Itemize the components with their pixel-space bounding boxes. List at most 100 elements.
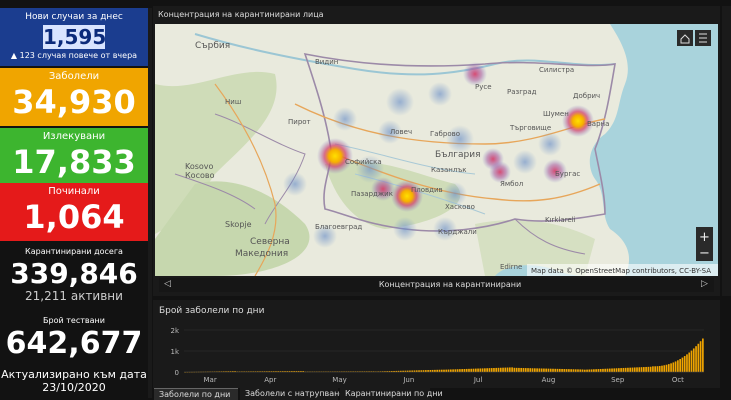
bar-aug-21[interactable] bbox=[558, 368, 561, 372]
bar-sep-24[interactable] bbox=[636, 367, 638, 372]
bar-oct-11[interactable] bbox=[674, 361, 677, 372]
bar-jul-25[interactable] bbox=[497, 367, 500, 372]
bar-aug-17[interactable] bbox=[549, 368, 552, 372]
bar-sep-28[interactable] bbox=[645, 366, 647, 372]
bar-sep-22[interactable] bbox=[631, 367, 634, 372]
bar-sep-13[interactable] bbox=[611, 368, 613, 372]
zoom-in-button[interactable]: + bbox=[699, 230, 710, 245]
bar-jul-30[interactable] bbox=[509, 367, 511, 372]
bar-sep-30[interactable] bbox=[649, 366, 652, 372]
bar-jul-19[interactable] bbox=[484, 368, 486, 372]
bar-sep-17[interactable] bbox=[620, 368, 622, 372]
bar-sep-14[interactable] bbox=[613, 368, 616, 372]
bar-jul-20[interactable] bbox=[486, 368, 488, 372]
bar-jul-6[interactable] bbox=[454, 369, 457, 372]
bar-sep-11[interactable] bbox=[606, 368, 609, 372]
bar-jul-11[interactable] bbox=[465, 368, 468, 372]
bar-jul-10[interactable] bbox=[463, 368, 466, 372]
bar-oct-4[interactable] bbox=[658, 365, 661, 372]
carousel-prev-button[interactable]: ◁ bbox=[164, 279, 171, 289]
bar-jul-9[interactable] bbox=[461, 369, 464, 372]
bar-oct-15[interactable] bbox=[683, 356, 686, 372]
bar-jul-8[interactable] bbox=[459, 369, 461, 372]
bar-oct-6[interactable] bbox=[663, 365, 666, 372]
bar-sep-29[interactable] bbox=[647, 366, 650, 372]
bar-jul-28[interactable] bbox=[504, 367, 507, 372]
map-list-button[interactable] bbox=[695, 30, 711, 46]
bar-oct-8[interactable] bbox=[667, 364, 670, 372]
bar-aug-6[interactable] bbox=[524, 368, 527, 372]
bar-jul-2[interactable] bbox=[445, 369, 448, 372]
bar-sep-12[interactable] bbox=[608, 368, 611, 372]
bar-sep-20[interactable] bbox=[627, 367, 629, 372]
bar-oct-20[interactable] bbox=[695, 346, 697, 372]
bar-oct-22[interactable] bbox=[699, 341, 702, 372]
bar-aug-19[interactable] bbox=[554, 368, 557, 372]
bar-jul-31[interactable] bbox=[511, 367, 513, 372]
bar-aug-8[interactable] bbox=[529, 368, 532, 372]
bar-sep-2[interactable] bbox=[586, 369, 588, 372]
bar-aug-11[interactable] bbox=[536, 368, 538, 372]
bar-jul-24[interactable] bbox=[495, 367, 498, 372]
bar-sep-26[interactable] bbox=[640, 367, 643, 372]
bar-jun-26[interactable] bbox=[431, 369, 434, 372]
bar-jul-27[interactable] bbox=[502, 367, 504, 372]
bar-jul-23[interactable] bbox=[493, 367, 495, 372]
bar-jul-22[interactable] bbox=[490, 368, 493, 372]
bar-oct-23[interactable] bbox=[702, 338, 704, 372]
bar-jul-18[interactable] bbox=[481, 368, 484, 372]
bar-jul-21[interactable] bbox=[488, 368, 491, 372]
bar-oct-19[interactable] bbox=[692, 348, 695, 372]
bar-sep-9[interactable] bbox=[602, 368, 604, 372]
bar-sep-5[interactable] bbox=[593, 369, 595, 372]
bar-jul-1[interactable] bbox=[443, 369, 445, 372]
zoom-out-button[interactable]: − bbox=[699, 246, 710, 261]
carousel-next-button[interactable]: ▷ bbox=[701, 279, 708, 289]
bar-oct-13[interactable] bbox=[679, 358, 681, 372]
bar-oct-21[interactable] bbox=[697, 343, 700, 372]
bar-jul-3[interactable] bbox=[447, 369, 450, 372]
bar-jul-7[interactable] bbox=[456, 369, 459, 372]
bar-aug-28[interactable] bbox=[574, 369, 577, 372]
bar-sep-27[interactable] bbox=[642, 367, 645, 372]
bar-aug-13[interactable] bbox=[540, 368, 543, 372]
bar-oct-10[interactable] bbox=[672, 362, 675, 372]
bar-sep-10[interactable] bbox=[604, 368, 607, 372]
bar-jul-12[interactable] bbox=[468, 368, 470, 372]
bar-oct-12[interactable] bbox=[677, 360, 679, 372]
bar-aug-20[interactable] bbox=[556, 368, 559, 372]
bar-oct-16[interactable] bbox=[686, 354, 688, 372]
bar-sep-6[interactable] bbox=[595, 369, 597, 372]
bar-aug-18[interactable] bbox=[552, 368, 554, 372]
bar-aug-23[interactable] bbox=[563, 369, 566, 372]
bar-jul-15[interactable] bbox=[474, 368, 477, 372]
bar-jul-16[interactable] bbox=[477, 368, 479, 372]
bar-oct-9[interactable] bbox=[670, 363, 672, 372]
bar-jul-26[interactable] bbox=[499, 367, 502, 372]
bar-jul-14[interactable] bbox=[472, 368, 475, 372]
bar-aug-3[interactable] bbox=[518, 367, 520, 372]
bar-oct-17[interactable] bbox=[688, 352, 691, 372]
bar-aug-31[interactable] bbox=[581, 369, 584, 372]
bar-oct-18[interactable] bbox=[690, 350, 693, 372]
bar-aug-10[interactable] bbox=[533, 368, 536, 372]
bar-sep-8[interactable] bbox=[599, 368, 602, 372]
bar-sep-18[interactable] bbox=[622, 367, 625, 372]
bar-sep-3[interactable] bbox=[588, 369, 591, 372]
tab-quarantined[interactable]: Карантинирани по дни bbox=[340, 388, 443, 400]
bar-aug-25[interactable] bbox=[568, 369, 570, 372]
bar-sep-16[interactable] bbox=[618, 368, 620, 372]
bar-jun-27[interactable] bbox=[434, 369, 436, 372]
bar-jul-5[interactable] bbox=[452, 369, 454, 372]
bar-sep-7[interactable] bbox=[597, 369, 600, 372]
bar-sep-23[interactable] bbox=[633, 367, 636, 372]
bar-jun-28[interactable] bbox=[436, 369, 439, 372]
bar-aug-29[interactable] bbox=[577, 369, 579, 372]
bar-aug-22[interactable] bbox=[561, 368, 563, 372]
bar-sep-4[interactable] bbox=[590, 369, 593, 372]
bar-jul-4[interactable] bbox=[449, 369, 452, 372]
bar-oct-3[interactable] bbox=[656, 366, 659, 372]
bar-aug-5[interactable] bbox=[522, 368, 525, 372]
bar-aug-14[interactable] bbox=[543, 368, 545, 372]
bar-aug-24[interactable] bbox=[565, 369, 568, 372]
